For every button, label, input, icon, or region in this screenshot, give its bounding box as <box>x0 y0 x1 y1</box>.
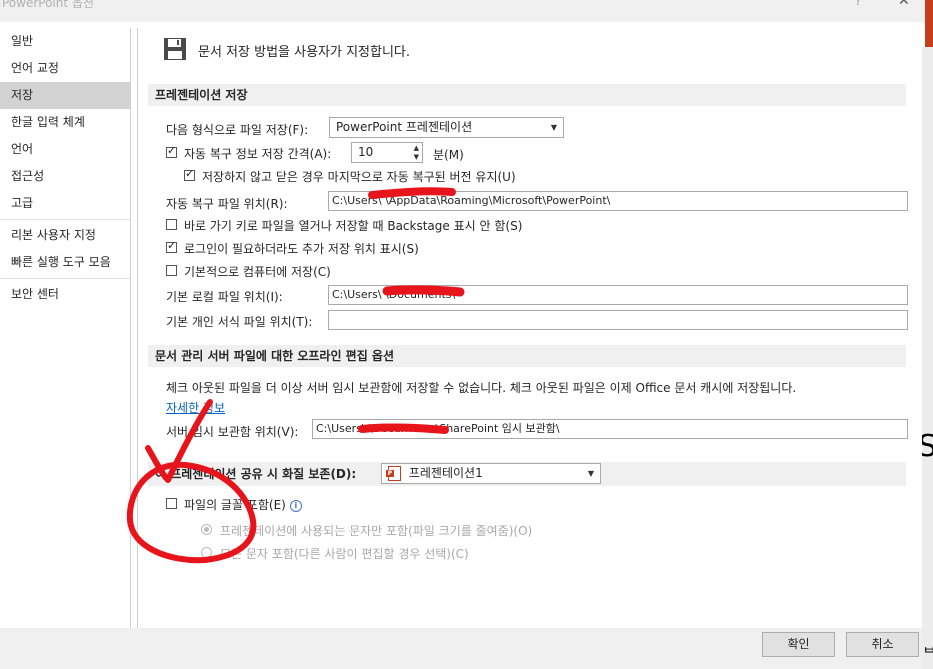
nav-separator <box>0 219 130 220</box>
show-locations-label: 로그인이 필요하더라도 추가 저장 위치 표시(S) <box>184 242 419 256</box>
background-glyph-small: ᄇ <box>923 646 933 662</box>
no-backstage-label: 바로 가기 키로 파일을 열거나 저장할 때 Backstage 표시 안 함(… <box>184 219 523 233</box>
embed-all-chars-radio[interactable] <box>201 547 212 558</box>
template-path-label: 기본 개인 서식 파일 위치(T): <box>166 315 313 329</box>
background-app-strip <box>925 0 933 47</box>
nav-item-save[interactable]: 저장 <box>0 82 130 109</box>
nav-item-trust-center[interactable]: 보안 센터 <box>0 281 130 308</box>
cancel-button[interactable]: 취소 <box>846 632 919 657</box>
save-to-computer-checkbox[interactable] <box>166 265 177 276</box>
keep-last-version-label: 저장하지 않고 닫은 경우 마지막으로 자동 복구된 버전 유지(U) <box>202 170 516 184</box>
nav-item-advanced[interactable]: 고급 <box>0 190 130 217</box>
no-backstage-checkbox[interactable] <box>166 219 177 230</box>
spin-down-icon[interactable]: ▼ <box>414 153 419 161</box>
nav-item-proofing[interactable]: 언어 교정 <box>0 55 130 82</box>
drafts-path-label: 서버 임시 보관함 위치(V): <box>166 425 299 439</box>
section-offline-editing: 문서 관리 서버 파일에 대한 오프라인 편집 옵션 <box>148 345 906 367</box>
powerpoint-file-icon: P <box>386 466 401 481</box>
window-title: PowerPoint 옵션 <box>2 0 94 10</box>
autorecover-checkbox[interactable] <box>166 144 177 158</box>
drafts-path-input[interactable]: C:\Users\ \Documents\SharePoint 임시 보관함\ <box>312 419 908 439</box>
autorecover-path-label: 자동 복구 파일 위치(R): <box>166 197 288 211</box>
presentation-value: 프레젠테이션1 <box>408 466 483 480</box>
ok-button[interactable]: 확인 <box>762 632 835 657</box>
nav-item-korean-ime[interactable]: 한글 입력 체계 <box>0 109 130 136</box>
nav-item-accessibility[interactable]: 접근성 <box>0 163 130 190</box>
page-title: 문서 저장 방법을 사용자가 지정합니다. <box>198 45 411 60</box>
chevron-down-icon: ▼ <box>550 123 557 132</box>
minutes-label: 분(M) <box>433 148 464 162</box>
autorecover-minutes-spinner[interactable]: 10 ▲ ▼ <box>351 142 423 163</box>
embed-fonts-checkbox[interactable] <box>166 498 177 509</box>
section-save-presentations: 프레젠테이션 저장 <box>148 84 906 106</box>
autorecover-label: 자동 복구 정보 저장 간격(A): <box>184 147 332 161</box>
keep-last-version-checkbox[interactable] <box>184 167 195 181</box>
embed-used-chars-radio[interactable] <box>201 524 212 535</box>
nav-item-language[interactable]: 언어 <box>0 136 130 163</box>
embed-fonts-label: 파일의 글꼴 포함(E) <box>184 498 286 512</box>
background-app-edge: S ᄇ <box>918 47 933 669</box>
autorecover-minutes-value: 10 <box>358 145 374 159</box>
embed-fonts-row: 파일의 글꼴 포함(E) i <box>184 496 302 513</box>
help-button[interactable]: ? <box>855 0 861 8</box>
spin-up-icon[interactable]: ▲ <box>414 144 419 152</box>
preserve-fidelity-label: 이 프레젠테이션 공유 시 화질 보존(D): <box>155 467 357 481</box>
options-nav: 일반 언어 교정 저장 한글 입력 체계 언어 접근성 고급 리본 사용자 지정… <box>0 28 131 628</box>
close-button[interactable]: ✕ <box>898 0 910 9</box>
nav-separator <box>0 278 130 279</box>
info-icon[interactable]: i <box>289 499 302 512</box>
offline-description: 체크 아웃된 파일을 더 이상 서버 임시 보관함에 저장할 수 없습니다. 체… <box>166 381 797 395</box>
local-path-input[interactable]: C:\Users\ \Documents\ <box>328 285 908 305</box>
embed-used-chars-label: 프레젠테이션에 사용되는 문자만 포함(파일 크기를 줄여줌)(O) <box>220 524 533 538</box>
nav-item-customize-ribbon[interactable]: 리본 사용자 지정 <box>0 222 130 249</box>
save-icon <box>164 38 186 60</box>
save-options-panel: 문서 저장 방법을 사용자가 지정합니다. 프레젠테이션 저장 다음 형식으로 … <box>137 28 922 628</box>
nav-item-quick-access[interactable]: 빠른 실행 도구 모음 <box>0 249 130 276</box>
nav-item-general[interactable]: 일반 <box>0 28 130 55</box>
template-path-input[interactable] <box>328 310 908 330</box>
save-format-value: PowerPoint 프레젠테이션 <box>336 120 473 134</box>
presentation-dropdown[interactable]: P 프레젠테이션1 ▼ <box>381 463 601 484</box>
more-info-link[interactable]: 자세한 정보 <box>166 399 225 416</box>
save-format-dropdown[interactable]: PowerPoint 프레젠테이션 ▼ <box>329 117 564 138</box>
embed-all-chars-label: 모든 문자 포함(다른 사람이 편집할 경우 선택)(C) <box>220 547 469 561</box>
local-path-label: 기본 로컬 파일 위치(I): <box>166 290 283 304</box>
chevron-down-icon: ▼ <box>587 469 594 478</box>
title-bar: PowerPoint 옵션 ? ✕ <box>0 0 933 22</box>
save-to-computer-label: 기본적으로 컴퓨터에 저장(C) <box>184 265 331 279</box>
save-format-label: 다음 형식으로 파일 저장(F): <box>166 123 309 137</box>
show-locations-checkbox[interactable] <box>166 239 177 253</box>
autorecover-path-input[interactable]: C:\Users\ \AppData\Roaming\Microsoft\Pow… <box>328 191 908 211</box>
